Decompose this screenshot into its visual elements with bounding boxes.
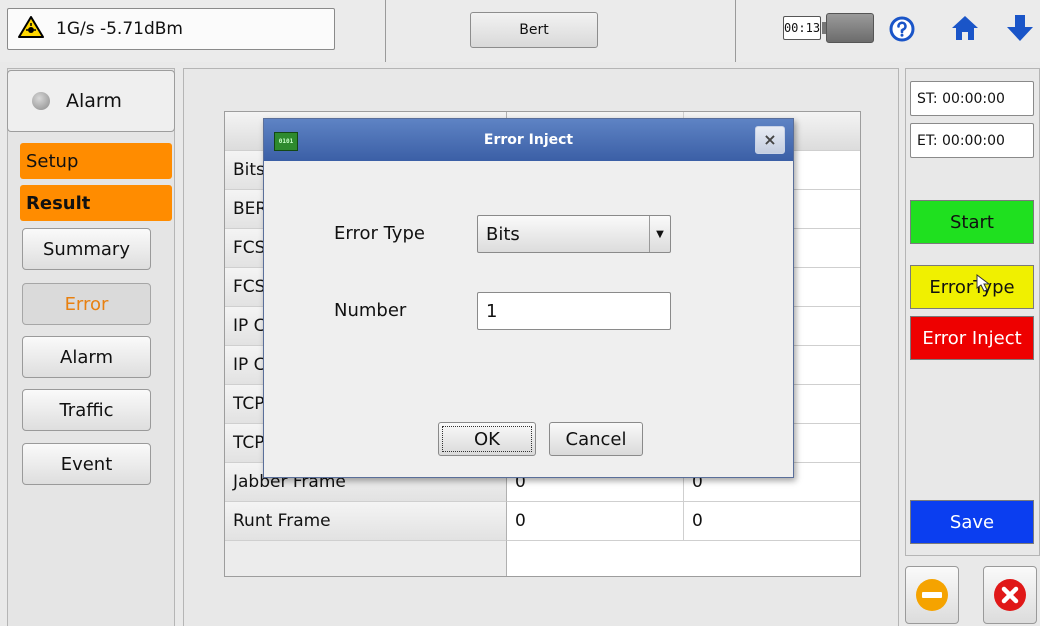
nav-traffic-button[interactable]: Traffic: [22, 389, 151, 431]
start-time-display: ST: 00:00:00: [910, 81, 1034, 116]
dialog-title: Error Inject: [483, 132, 574, 148]
nav-error-button[interactable]: Error: [22, 283, 151, 325]
divider: [735, 0, 736, 62]
laser-warning-icon: [18, 15, 44, 44]
home-icon[interactable]: [951, 14, 979, 42]
row-value: 0: [684, 502, 860, 541]
nav-summary-button[interactable]: Summary: [22, 228, 151, 270]
minus-icon: [916, 579, 948, 611]
number-input[interactable]: 1: [477, 292, 671, 330]
battery-icon: [822, 13, 874, 43]
close-app-button[interactable]: [983, 566, 1037, 624]
ok-button[interactable]: OK: [438, 422, 536, 456]
row-value: 0: [507, 502, 684, 541]
setup-tab[interactable]: Setup: [20, 143, 172, 179]
divider: [385, 0, 386, 62]
cancel-button[interactable]: Cancel: [549, 422, 643, 456]
signal-status: 1G/s -5.71dBm: [7, 8, 335, 50]
clock-display: 00:13: [783, 16, 821, 40]
download-arrow-icon[interactable]: [1006, 13, 1034, 43]
result-tab[interactable]: Result: [20, 185, 172, 221]
error-inject-dialog: 0101 Error Inject × Error Type Bits ▼ Nu…: [263, 118, 794, 478]
dialog-title-bar: 0101 Error Inject ×: [264, 119, 793, 161]
signal-status-text: 1G/s -5.71dBm: [56, 19, 183, 39]
chevron-down-icon[interactable]: ▼: [649, 216, 670, 252]
table-footer: [225, 541, 507, 576]
error-type-label: Error Type: [334, 223, 425, 244]
error-type-value: Bits: [486, 223, 520, 245]
end-time-display: ET: 00:00:00: [910, 123, 1034, 158]
alarm-led-icon: [32, 92, 50, 110]
alarm-indicator[interactable]: Alarm: [7, 70, 175, 132]
start-button[interactable]: Start: [910, 200, 1034, 244]
number-label: Number: [334, 300, 407, 321]
dialog-close-button[interactable]: ×: [755, 126, 785, 154]
error-type-select[interactable]: Bits ▼: [477, 215, 671, 253]
save-button[interactable]: Save: [910, 500, 1034, 544]
cursor-icon: [975, 273, 997, 295]
help-icon[interactable]: [889, 16, 915, 42]
bert-mode-button[interactable]: Bert: [470, 12, 598, 48]
row-name: Runt Frame: [225, 502, 507, 541]
error-inject-button[interactable]: Error Inject: [910, 316, 1034, 360]
nav-event-button[interactable]: Event: [22, 443, 151, 485]
table-row: Runt Frame 0 0: [225, 502, 860, 541]
app-chip-icon: 0101: [274, 132, 298, 151]
error-type-button[interactable]: ErrorType: [910, 265, 1034, 309]
alarm-label: Alarm: [66, 90, 122, 112]
close-icon: [994, 579, 1026, 611]
nav-alarm-button[interactable]: Alarm: [22, 336, 151, 378]
minimize-button[interactable]: [905, 566, 959, 624]
